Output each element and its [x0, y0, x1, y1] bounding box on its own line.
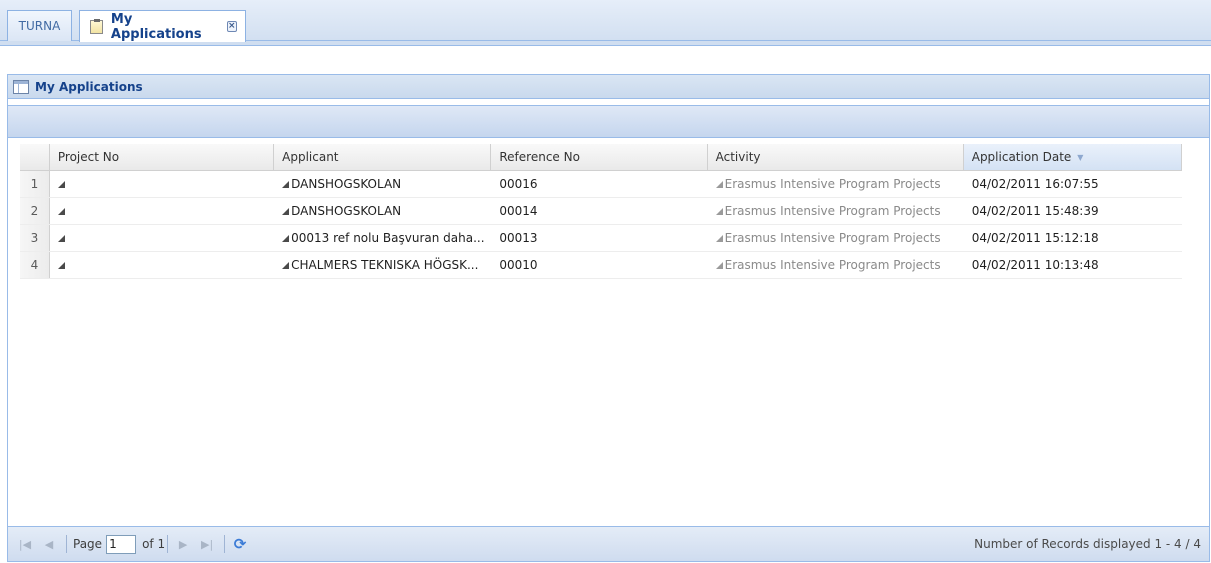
column-header-application-date-label: Application Date [971, 150, 1072, 164]
expand-triangle-icon[interactable] [282, 180, 290, 188]
expand-triangle-icon[interactable] [715, 207, 723, 215]
cell-activity[interactable]: Erasmus Intensive Program Projects [708, 171, 964, 197]
cell-activity-text: Erasmus Intensive Program Projects [724, 231, 941, 245]
my-applications-panel: My Applications Project No Applicant Ref… [7, 74, 1210, 562]
first-page-icon[interactable]: |◀ [16, 535, 34, 553]
column-header-activity[interactable]: Activity [708, 144, 964, 170]
table-row[interactable]: 2 DANSHOGSKOLAN 00014 Erasmus Intensive … [20, 198, 1182, 225]
cell-applicant-text: DANSHOGSKOLAN [291, 204, 402, 218]
panel-title: My Applications [35, 79, 143, 94]
panel-toolbar [8, 105, 1209, 138]
page-label: Page [73, 537, 103, 551]
expand-triangle-icon[interactable] [282, 261, 290, 269]
cell-project-no[interactable] [50, 252, 274, 278]
grid-header-row: Project No Applicant Reference No Activi… [20, 144, 1182, 171]
cell-project-no[interactable] [50, 225, 274, 251]
expand-triangle-icon[interactable] [57, 261, 65, 269]
cell-applicant[interactable]: DANSHOGSKOLAN [274, 198, 491, 224]
cell-activity-text: Erasmus Intensive Program Projects [724, 177, 941, 191]
cell-activity[interactable]: Erasmus Intensive Program Projects [708, 198, 964, 224]
expand-triangle-icon[interactable] [57, 234, 65, 242]
row-number-header [20, 144, 50, 170]
tab-my-applications-label: My Applications [110, 11, 202, 42]
cell-reference-no: 00010 [499, 258, 538, 272]
records-info: Number of Records displayed 1 - 4 / 4 [974, 537, 1201, 551]
expand-triangle-icon[interactable] [57, 180, 65, 188]
tab-strip: TURNA My Applications × [0, 0, 1211, 46]
next-page-icon[interactable]: ▶ [174, 535, 192, 553]
cell-applicant[interactable]: CHALMERS TEKNISKA HÖGSK... [274, 252, 491, 278]
toolbar-separator [224, 535, 226, 553]
row-number: 4 [20, 252, 50, 278]
cell-application-date: 04/02/2011 15:12:18 [971, 231, 1099, 245]
column-header-project-no[interactable]: Project No [50, 144, 275, 170]
column-header-application-date[interactable]: Application Date ▼ [963, 144, 1182, 170]
toolbar-separator [66, 535, 67, 553]
cell-project-no[interactable] [50, 171, 274, 197]
table-row[interactable]: 1 DANSHOGSKOLAN 00016 Erasmus Intensive … [20, 171, 1182, 198]
cell-application-date: 04/02/2011 15:48:39 [971, 204, 1099, 218]
paging-toolbar: |◀ ◀ Page of 1 ▶ ▶| ⟳ Number of Records … [8, 526, 1209, 561]
close-icon[interactable]: × [226, 21, 237, 32]
notepad-icon [88, 18, 105, 35]
grid-icon [13, 79, 29, 94]
table-row[interactable]: 4 CHALMERS TEKNISKA HÖGSK... 00010 Erasm… [20, 252, 1182, 279]
expand-triangle-icon[interactable] [715, 261, 723, 269]
table-row[interactable]: 3 00013 ref nolu Başvuran daha... 00013 … [20, 225, 1182, 252]
applications-grid: Project No Applicant Reference No Activi… [20, 144, 1182, 279]
expand-triangle-icon[interactable] [282, 207, 290, 215]
tab-turna-label: TURNA [18, 19, 61, 33]
column-header-applicant[interactable]: Applicant [274, 144, 492, 170]
cell-activity[interactable]: Erasmus Intensive Program Projects [708, 225, 964, 251]
row-number: 3 [20, 225, 50, 251]
refresh-icon[interactable]: ⟳ [231, 535, 249, 553]
cell-applicant[interactable]: DANSHOGSKOLAN [274, 171, 491, 197]
cell-reference-no: 00013 [499, 231, 538, 245]
cell-activity[interactable]: Erasmus Intensive Program Projects [708, 252, 964, 278]
cell-applicant-text: DANSHOGSKOLAN [291, 177, 402, 191]
tab-my-applications[interactable]: My Applications × [79, 10, 246, 42]
expand-triangle-icon[interactable] [715, 234, 723, 242]
toolbar-separator [167, 535, 169, 553]
page-number-input[interactable] [106, 534, 137, 554]
cell-application-date: 04/02/2011 16:07:55 [971, 177, 1099, 191]
column-header-reference-no[interactable]: Reference No [491, 144, 708, 170]
cell-reference-no: 00016 [499, 177, 538, 191]
cell-project-no[interactable] [50, 198, 274, 224]
prev-page-icon[interactable]: ◀ [40, 535, 58, 553]
row-number: 2 [20, 198, 50, 224]
cell-applicant[interactable]: 00013 ref nolu Başvuran daha... [274, 225, 491, 251]
tab-turna[interactable]: TURNA [7, 10, 72, 41]
cell-activity-text: Erasmus Intensive Program Projects [724, 258, 941, 272]
cell-applicant-text: CHALMERS TEKNISKA HÖGSK... [291, 258, 479, 272]
last-page-icon[interactable]: ▶| [198, 535, 216, 553]
expand-triangle-icon[interactable] [282, 234, 290, 242]
cell-applicant-text: 00013 ref nolu Başvuran daha... [291, 231, 485, 245]
cell-reference-no: 00014 [499, 204, 538, 218]
page-count-label: of 1 [142, 537, 166, 551]
expand-triangle-icon[interactable] [57, 207, 65, 215]
row-number: 1 [20, 171, 50, 197]
cell-activity-text: Erasmus Intensive Program Projects [724, 204, 941, 218]
panel-header: My Applications [8, 75, 1209, 99]
sort-desc-icon: ▼ [1077, 152, 1084, 162]
cell-application-date: 04/02/2011 10:13:48 [971, 258, 1099, 272]
expand-triangle-icon[interactable] [715, 180, 723, 188]
